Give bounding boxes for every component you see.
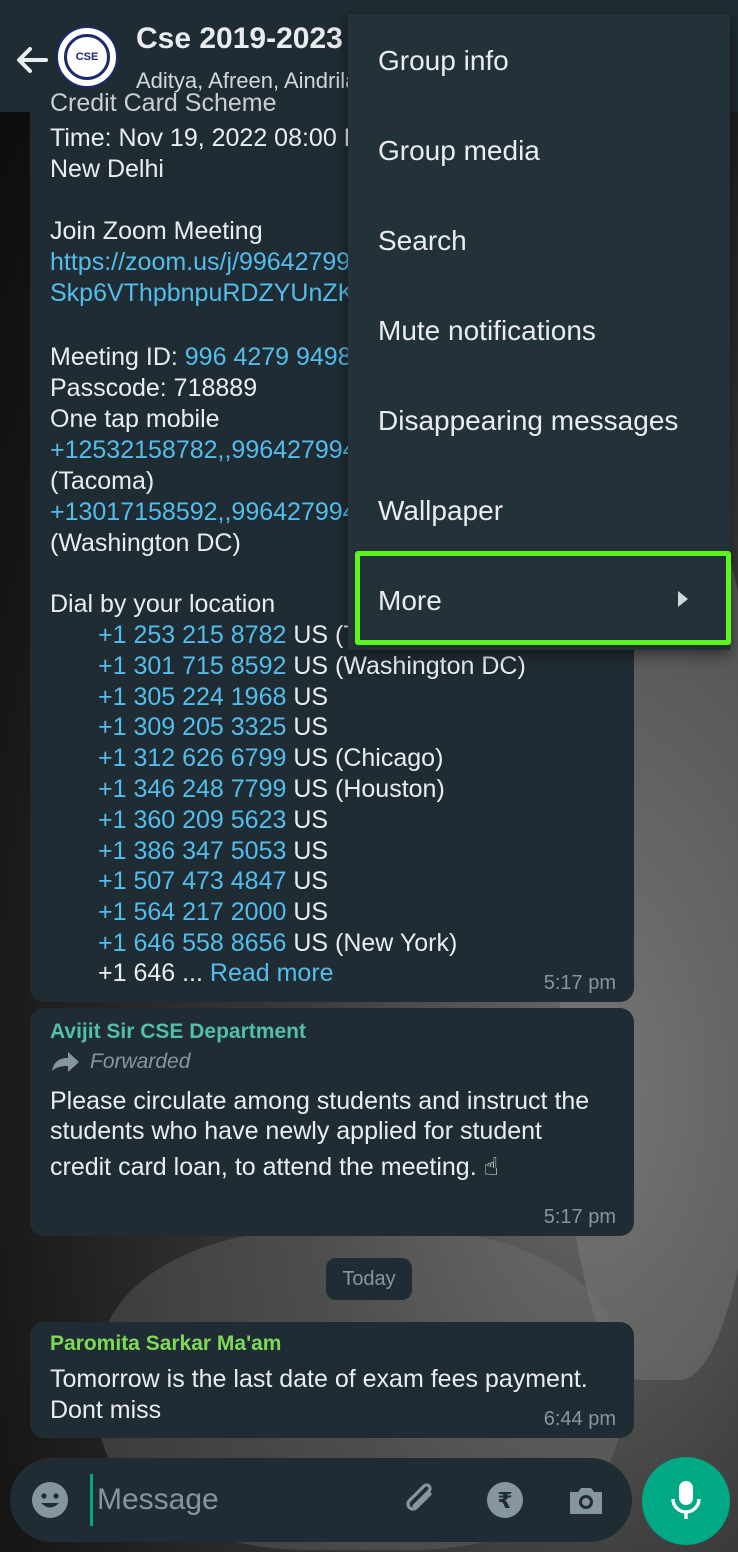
message-time: 5:17 pm (543, 1206, 616, 1228)
forwarded-text: Forwarded (90, 1050, 191, 1073)
dial-location: US (New York) (293, 929, 458, 957)
message-text: Tomorrow is the last date of exam fees p… (50, 1365, 588, 1393)
read-more-link[interactable]: Read more (210, 959, 334, 987)
dial-partial: +1 646 ... (98, 959, 210, 987)
back-button[interactable] (12, 40, 52, 80)
menu-item-label: Group media (378, 135, 540, 166)
meeting-id-label: Meeting ID: (50, 343, 185, 371)
menu-item-label: Group info (378, 45, 509, 76)
menu-item-group-info[interactable]: Group info (348, 16, 730, 106)
menu-item-mute-notifications[interactable]: Mute notifications (348, 286, 730, 376)
menu-item-label: Mute notifications (378, 315, 596, 346)
menu-item-group-media[interactable]: Group media (348, 106, 730, 196)
avatar-label: CSE (75, 51, 99, 63)
menu-item-wallpaper[interactable]: Wallpaper (348, 466, 730, 556)
highlight-box (355, 551, 731, 645)
date-divider: Today (326, 1258, 412, 1300)
dial-location: US (293, 836, 329, 865)
dial-location: US (293, 682, 329, 711)
dial-number-link[interactable]: +1 253 215 8782 (98, 621, 286, 649)
sender-name[interactable]: Paromita Sarkar Ma'am (50, 1332, 281, 1356)
microphone-icon (671, 1481, 701, 1519)
phone-link[interactable]: +13017158592,,99642799498# (50, 497, 398, 528)
dial-number-link[interactable]: +1 507 473 4847 (98, 867, 286, 895)
message-line: (Washington DC) (50, 529, 241, 557)
dial-location: US (293, 713, 329, 742)
dial-row: +1 360 209 5623 US (98, 805, 328, 836)
message-text: credit card loan, to attend the meeting.… (50, 1153, 499, 1181)
dial-row: +1 305 224 1968 US (98, 682, 328, 713)
dial-location: US (293, 898, 329, 927)
message-line: Dial by your location (50, 590, 276, 618)
dial-number-link[interactable]: +1 301 715 8592 (98, 652, 286, 680)
dial-number-link[interactable]: +1 305 224 1968 (98, 683, 286, 711)
message-text: Dont miss (50, 1396, 162, 1424)
message-line: Meeting ID: 996 4279 9498 (50, 342, 352, 373)
dial-number-link[interactable]: +1 346 248 7799 (98, 775, 286, 803)
composer-bar: ₹ (10, 1458, 632, 1542)
dial-number-link[interactable]: +1 312 626 6799 (98, 744, 286, 772)
sender-name[interactable]: Avijit Sir CSE Department (50, 1020, 306, 1044)
message-line: (Tacoma) (50, 467, 155, 495)
message-line: Join Zoom Meeting (50, 217, 263, 245)
voice-record-button[interactable] (642, 1457, 730, 1545)
dial-number-link[interactable]: +1 646 558 8656 (98, 929, 286, 957)
phone-link[interactable]: +12532158782,,99642799498# (50, 435, 398, 466)
dial-number-link[interactable]: +1 309 205 3325 (98, 713, 286, 741)
emoji-button[interactable] (30, 1480, 70, 1520)
menu-item-search[interactable]: Search (348, 196, 730, 286)
forwarded-label: Forwarded (50, 1050, 190, 1074)
dial-location: US (293, 805, 329, 834)
chat-title[interactable]: Cse 2019-2023 (136, 22, 356, 56)
back-arrow-icon (17, 47, 48, 73)
dial-row: +1 312 626 6799 US (Chicago) (98, 743, 443, 774)
dial-row: +1 301 715 8592 US (Washington DC) (98, 651, 526, 682)
dial-row: +1 386 347 5053 US (98, 836, 328, 867)
dial-row: +1 564 217 2000 US (98, 897, 328, 928)
dial-number-link[interactable]: +1 564 217 2000 (98, 898, 286, 926)
camera-icon (570, 1488, 602, 1514)
menu-item-label: Disappearing messages (378, 405, 679, 436)
menu-item-disappearing-messages[interactable]: Disappearing messages (348, 376, 730, 466)
attach-button[interactable] (402, 1480, 442, 1520)
message-time: 5:17 pm (543, 972, 616, 994)
paperclip-icon (406, 1483, 432, 1511)
svg-text:₹: ₹ (497, 1489, 512, 1514)
dial-number-link[interactable]: +1 360 209 5623 (98, 806, 286, 834)
payment-button[interactable]: ₹ (485, 1480, 525, 1520)
message-text: students who have newly applied for stud… (50, 1117, 542, 1145)
message-line: Credit Card Scheme (50, 89, 277, 117)
dial-location: US (293, 867, 329, 896)
dial-row: +1 309 205 3325 US (98, 712, 328, 743)
message-input[interactable] (90, 1474, 387, 1526)
dial-row: +1 346 248 7799 US (Houston) (98, 774, 445, 805)
meeting-id-link[interactable]: 996 4279 9498 (185, 343, 352, 371)
dial-location: US (Washington DC) (293, 651, 526, 680)
dial-location: US (Houston) (293, 775, 445, 803)
message-line: Passcode: 718889 (50, 374, 258, 402)
menu-item-label: Wallpaper (378, 495, 504, 526)
group-avatar[interactable]: CSE (56, 26, 118, 88)
camera-button[interactable] (566, 1480, 606, 1520)
dial-location: US (Chicago) (293, 744, 444, 773)
rupee-icon: ₹ (487, 1482, 523, 1518)
dial-number-link[interactable]: +1 386 347 5053 (98, 837, 286, 865)
dial-row: +1 507 473 4847 US (98, 866, 328, 897)
forward-arrow-icon (52, 1052, 79, 1072)
message-bubble-last[interactable]: Paromita Sarkar Ma'am Tomorrow is the la… (30, 1322, 634, 1438)
emoji-icon (32, 1482, 68, 1518)
message-bubble-forwarded[interactable]: Avijit Sir CSE Department Forwarded Plea… (30, 1008, 634, 1236)
message-line: New Delhi (50, 155, 164, 183)
message-text: Please circulate among students and inst… (50, 1087, 590, 1115)
message-time: 6:44 pm (543, 1408, 616, 1430)
menu-item-label: Search (378, 225, 467, 256)
message-line: One tap mobile (50, 405, 220, 433)
message-line: +1 646 ... Read more (98, 958, 334, 989)
dial-row: +1 646 558 8656 US (New York) (98, 928, 457, 959)
